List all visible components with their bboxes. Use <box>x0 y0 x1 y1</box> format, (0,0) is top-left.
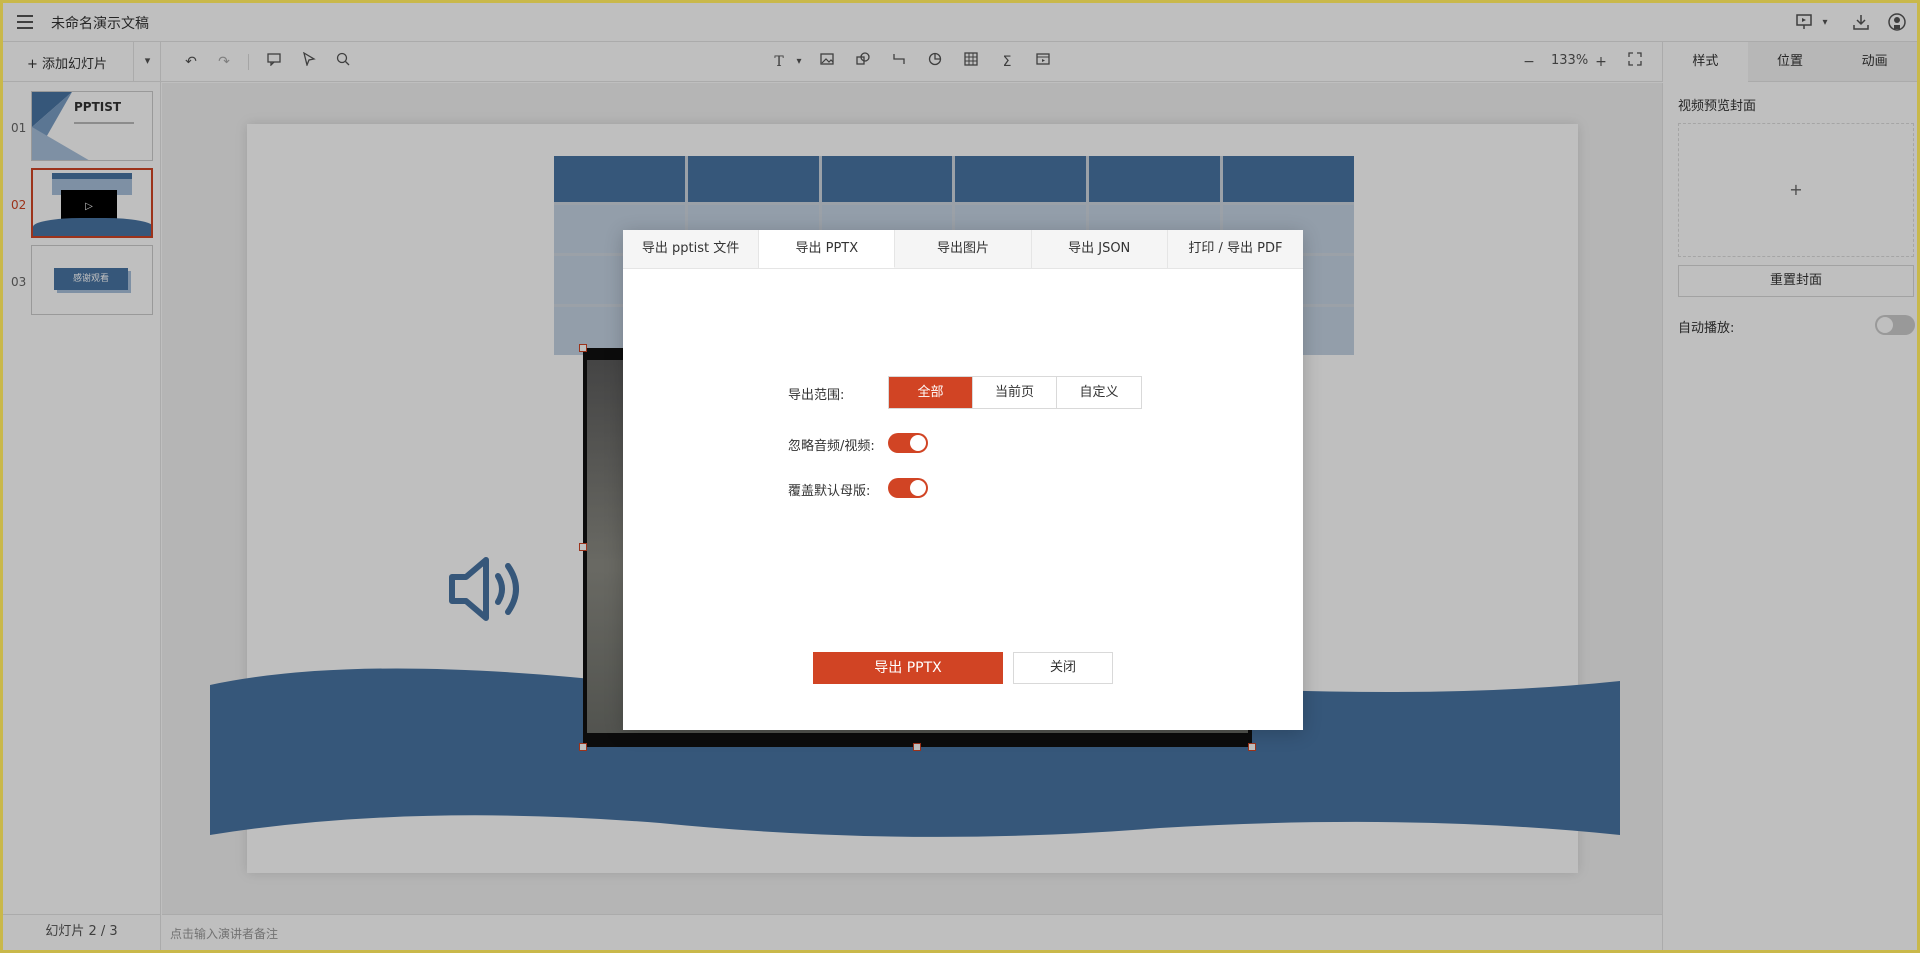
range-current-button[interactable]: 当前页 <box>973 377 1057 408</box>
export-dialog: 导出 pptist 文件 导出 PPTX 导出图片 导出 JSON 打印 / 导… <box>623 230 1304 730</box>
range-all-button[interactable]: 全部 <box>889 377 973 408</box>
override-master-toggle[interactable] <box>888 478 928 498</box>
export-tabs: 导出 pptist 文件 导出 PPTX 导出图片 导出 JSON 打印 / 导… <box>623 230 1304 269</box>
export-pptx-button[interactable]: 导出 PPTX <box>813 652 1003 684</box>
tab-export-pdf[interactable]: 打印 / 导出 PDF <box>1167 230 1304 268</box>
tab-export-image[interactable]: 导出图片 <box>895 230 1032 268</box>
range-custom-button[interactable]: 自定义 <box>1057 377 1141 408</box>
close-button[interactable]: 关闭 <box>1013 652 1113 684</box>
ignore-media-label: 忽略音频/视频: <box>788 439 875 454</box>
override-master-label: 覆盖默认母版: <box>788 484 871 499</box>
ignore-media-toggle[interactable] <box>888 433 928 453</box>
tab-export-pptx[interactable]: 导出 PPTX <box>759 230 896 268</box>
tab-export-pptist[interactable]: 导出 pptist 文件 <box>623 230 760 268</box>
range-label: 导出范围: <box>788 388 845 403</box>
app-window: 未命名演示文稿 ▾ + 添加幻灯片 ▾ ↶ ↷ T ▾ Σ − 133% + 样… <box>0 0 1920 953</box>
range-selector: 全部 当前页 自定义 <box>888 376 1142 409</box>
tab-export-json[interactable]: 导出 JSON <box>1031 230 1168 268</box>
